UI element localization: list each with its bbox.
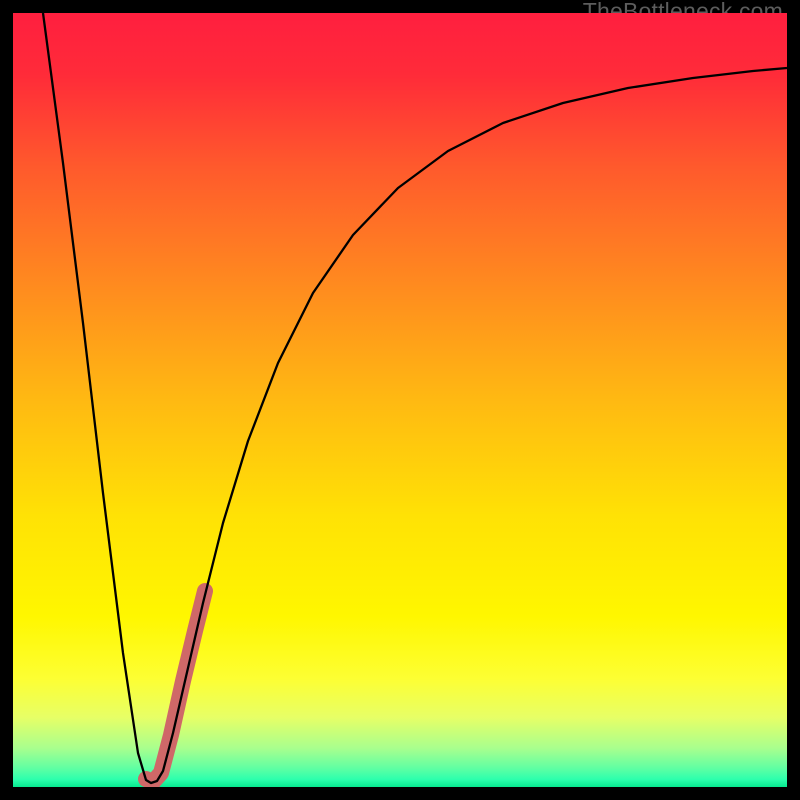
bottleneck-chart bbox=[13, 13, 787, 787]
chart-background bbox=[13, 13, 787, 787]
chart-frame: TheBottleneck.com bbox=[13, 13, 787, 787]
